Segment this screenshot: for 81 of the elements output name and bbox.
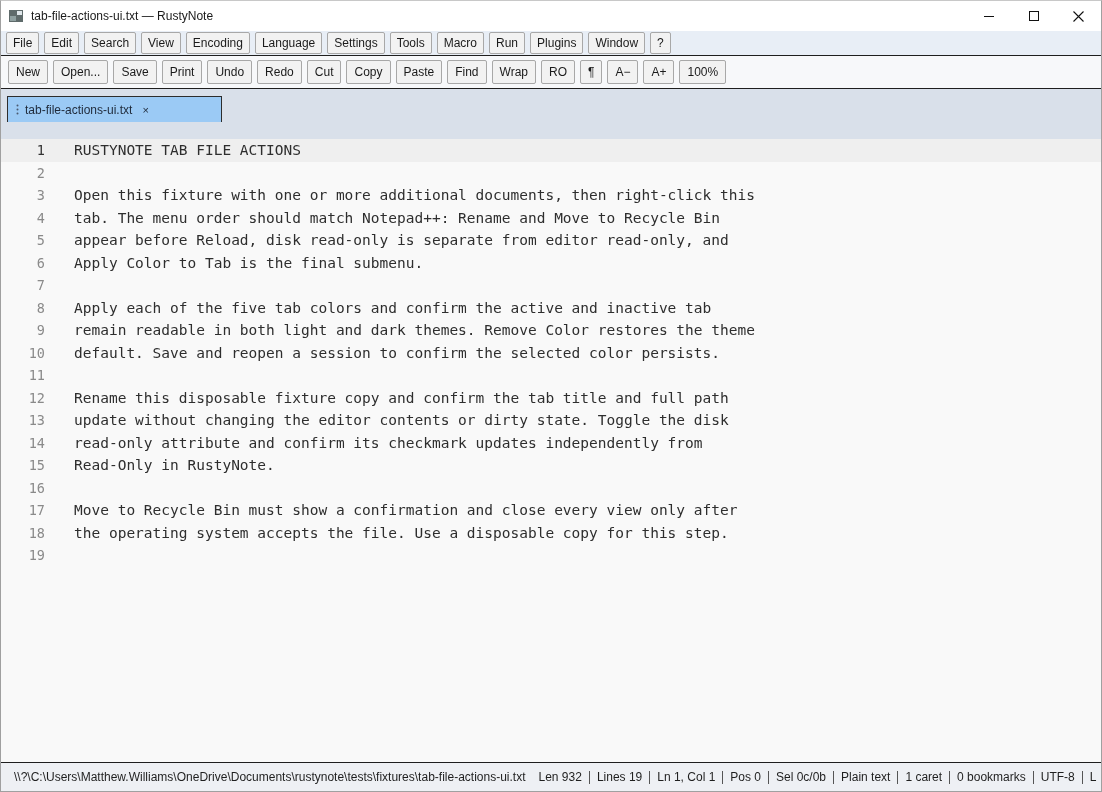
- menu-button[interactable]: Plugins: [530, 32, 584, 54]
- toolbar-button[interactable]: Wrap: [491, 60, 536, 84]
- menu-button[interactable]: Run: [489, 32, 526, 54]
- line-text: Rename this disposable fixture copy and confirm the tab title and full path: [74, 389, 729, 406]
- toolbar-button[interactable]: A+: [643, 60, 675, 84]
- toolbar-button[interactable]: Redo: [257, 60, 302, 84]
- close-icon: [1073, 10, 1084, 22]
- grip-icon: [16, 104, 19, 115]
- menu-button[interactable]: Language: [254, 32, 323, 54]
- line-number: 9: [35, 322, 45, 339]
- window-title: tab-file-actions-ui.txt — RustyNote: [31, 9, 214, 23]
- toolbar-button[interactable]: ¶: [580, 60, 603, 84]
- line-text: remain readable in both light and dark themes. Remove Color restores the theme: [74, 322, 755, 339]
- menu-button[interactable]: File: [6, 32, 40, 54]
- minimize-icon: [983, 15, 994, 17]
- line-text: Apply each of the five tab colors and confirm the active and inactive tab: [74, 299, 712, 316]
- line-text: default. Save and reopen a session to confirm the selected color persists.: [74, 344, 720, 361]
- menu-button[interactable]: Tools: [389, 32, 432, 54]
- toolbar-button[interactable]: Open...: [53, 60, 109, 84]
- line-number: 3: [35, 187, 45, 204]
- toolbar-button[interactable]: Paste: [395, 60, 443, 84]
- toolbar-button[interactable]: Undo: [207, 60, 253, 84]
- line-text: update without changing the editor contents or dirty state. Toggle the disk: [74, 412, 729, 429]
- menu-button[interactable]: Settings: [327, 32, 385, 54]
- menu-button[interactable]: Macro: [436, 32, 484, 54]
- line-text: Move to Recycle Bin must show a confirmation and close every view only after: [74, 502, 738, 519]
- status-text: 1 caret: [905, 770, 943, 784]
- line-text: Apply Color to Tab is the final submenu.: [74, 254, 424, 271]
- menu-button[interactable]: ?: [650, 32, 671, 54]
- toolbar-button[interactable]: A−: [607, 60, 639, 84]
- line-number: 1: [35, 142, 45, 159]
- line-number: 12: [27, 389, 45, 406]
- line-number: 17: [27, 502, 45, 519]
- line-text: Open this fixture with one or more additional documents, then right-click this: [74, 187, 755, 204]
- toolbar-button[interactable]: New: [8, 60, 48, 84]
- toolbar-button[interactable]: Find: [447, 60, 487, 84]
- line-text: the operating system accepts the file. Use a disposable copy for this step.: [74, 524, 729, 541]
- window-icon: [9, 10, 23, 22]
- toolbar-button[interactable]: RO: [541, 60, 575, 84]
- status-text: Len 932: [538, 770, 582, 784]
- menu-button[interactable]: Window: [588, 32, 646, 54]
- line-number: 13: [27, 412, 45, 429]
- toolbar-button[interactable]: Print: [161, 60, 203, 84]
- status-text: Pos 0: [730, 770, 761, 784]
- line-number: 15: [27, 457, 45, 474]
- status-text: L: [1089, 770, 1097, 784]
- line-number: 4: [35, 209, 45, 226]
- line-text: RUSTYNOTE TAB FILE ACTIONS: [74, 142, 301, 159]
- tab[interactable]: tab-file-actions-ui.txt ×: [7, 96, 222, 122]
- file-path-text: \\?\C:\Users\Matthew.Williams\OneDrive\Documents\rustynote\tests\fixtures\tab-file-actions-ui.txt: [14, 770, 526, 784]
- toolbar-button[interactable]: Copy: [346, 60, 391, 84]
- status-text: Plain text: [841, 770, 891, 784]
- tab-close-button[interactable]: ×: [140, 102, 151, 117]
- line-number: 18: [27, 524, 45, 541]
- status-text: Sel 0c/0b: [776, 770, 827, 784]
- line-text: Read-Only in RustyNote.: [74, 457, 275, 474]
- maximize-icon: [1028, 11, 1039, 21]
- line-text: appear before Reload, disk read-only is separate from editor read-only, and: [74, 232, 729, 249]
- line-number: 10: [27, 344, 45, 361]
- line-number: 7: [35, 277, 45, 294]
- toolbar-button[interactable]: Save: [113, 60, 157, 84]
- line-number: 19: [27, 547, 45, 564]
- toolbar-button[interactable]: 100%: [679, 60, 727, 84]
- status-text: UTF-8: [1040, 770, 1075, 784]
- menu-button[interactable]: Search: [84, 32, 137, 54]
- line-number: 11: [27, 367, 45, 384]
- line-number: 6: [35, 254, 45, 271]
- line-number: 2: [35, 164, 45, 181]
- status-text: Ln 1, Col 1: [657, 770, 716, 784]
- line-text: tab. The menu order should match Notepad++: Rename and Move to Recycle Bin: [74, 209, 720, 226]
- menu-button[interactable]: Edit: [44, 32, 80, 54]
- menu-button[interactable]: Encoding: [185, 32, 250, 54]
- line-number: 16: [27, 479, 45, 496]
- status-text: 0 bookmarks: [957, 770, 1026, 784]
- status-text: Lines 19: [596, 770, 643, 784]
- menu-button[interactable]: View: [141, 32, 181, 54]
- toolbar-button[interactable]: Cut: [306, 60, 342, 84]
- line-number: 8: [35, 299, 45, 316]
- line-number: 14: [27, 434, 45, 451]
- line-text: read-only attribute and confirm its checkmark updates independently from: [74, 434, 703, 451]
- line-number: 5: [35, 232, 45, 249]
